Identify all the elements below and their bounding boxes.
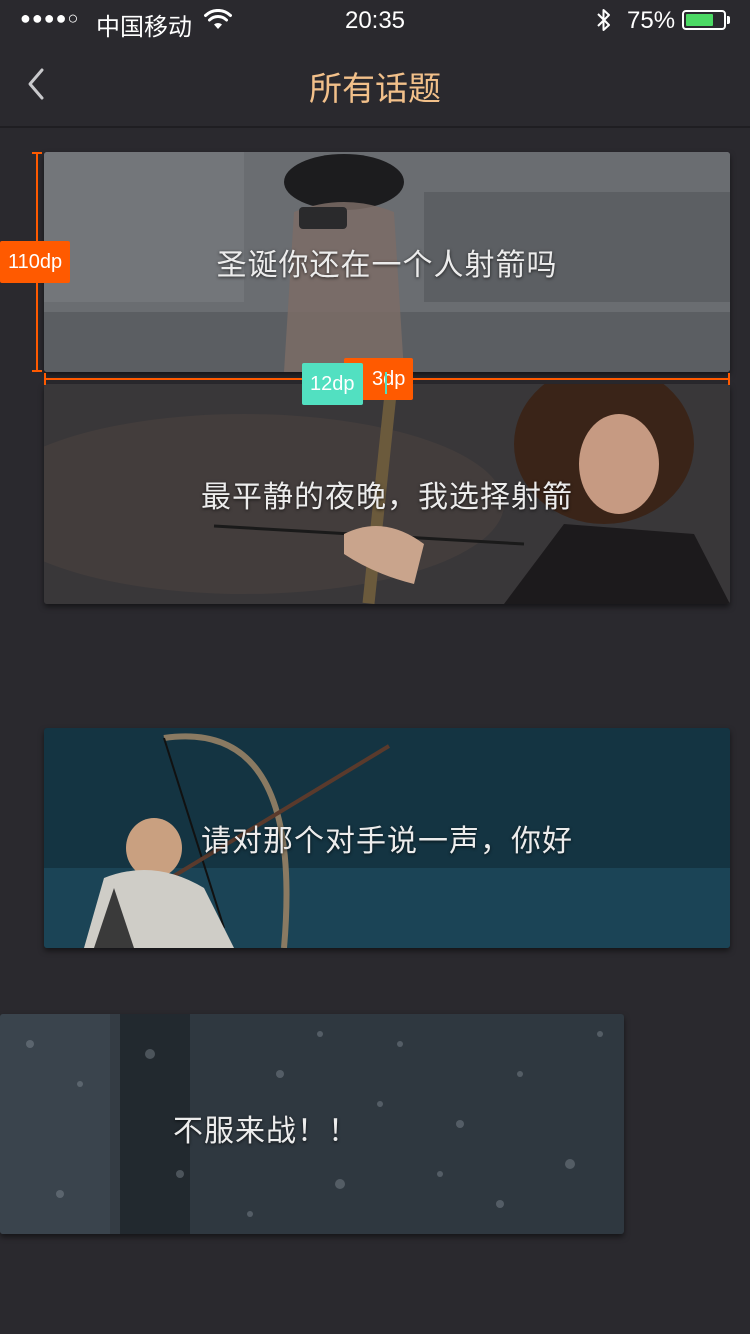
topic-card[interactable]: 不服来战！！ (0, 1014, 624, 1234)
battery-tip (727, 16, 730, 24)
battery-icon (682, 10, 726, 30)
topic-title: 最平静的夜晚，我选择射箭 (201, 481, 573, 514)
gap-guide-line (385, 372, 387, 394)
width-guide-cap (728, 373, 730, 385)
topic-title: 圣诞你还在一个人射箭吗 (216, 249, 558, 282)
gap-annotation: 12dp (302, 363, 363, 405)
battery-percent: 75% (627, 7, 676, 34)
topic-title: 不服来战！！ (173, 1115, 359, 1148)
battery-level (686, 14, 713, 26)
height-annotation: 110dp (0, 241, 71, 283)
topic-card[interactable]: 圣诞你还在一个人射箭吗 (44, 152, 730, 372)
navigation-bar: 所有话题 (0, 40, 750, 128)
height-guide-cap (32, 370, 42, 372)
topic-card[interactable]: 最平静的夜晚，我选择射箭 (44, 384, 730, 604)
topic-card[interactable]: 请对那个对手说一声，你好 (44, 728, 730, 948)
status-bar: ●●●●○ 中国移动 20:35 75% (0, 0, 750, 41)
topic-title: 请对那个对手说一声，你好 (201, 825, 573, 858)
width-guide-cap (44, 373, 46, 385)
height-guide-cap (32, 152, 42, 154)
bluetooth-icon (597, 9, 610, 31)
page-title: 所有话题 (309, 70, 441, 107)
